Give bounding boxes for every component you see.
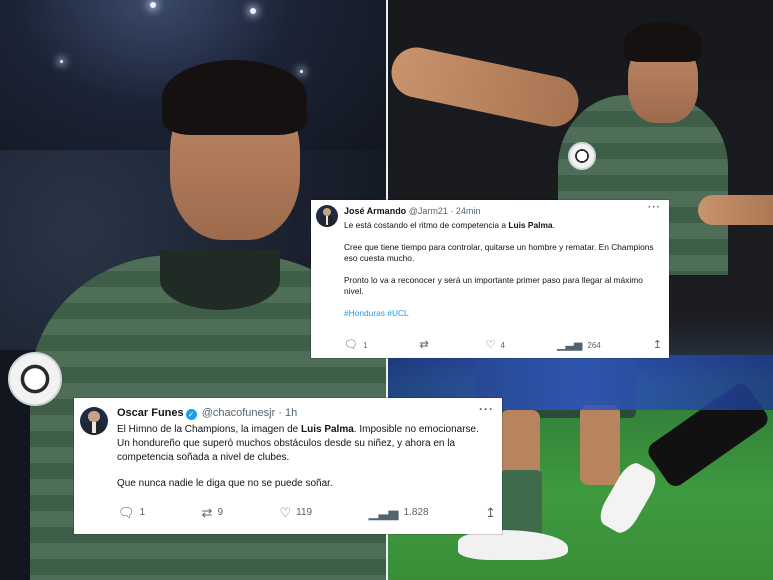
retweet-button[interactable]: ⇄ 9	[202, 506, 223, 519]
share-icon: ↥	[652, 339, 662, 351]
player-arm	[698, 195, 773, 225]
tweet-paragraph: Cree que tiene tiempo para controlar, qu…	[344, 242, 654, 263]
author-handle[interactable]: @Jarm21	[409, 206, 448, 216]
more-icon[interactable]: ···	[648, 202, 661, 213]
retweet-icon: ⇄	[419, 339, 429, 351]
views-count: 264	[587, 341, 601, 350]
player-hair	[624, 22, 702, 62]
reply-count: 1	[139, 507, 146, 518]
tweet-actions: 🗨︎ 1 ⇄ 9 ♡ 119 ▁▃▅ 1.828 ↥	[118, 506, 496, 519]
tweet-time[interactable]: · 24min	[450, 206, 480, 216]
player-leg	[580, 405, 620, 485]
like-count: 119	[296, 507, 313, 518]
jersey-collar	[160, 250, 280, 310]
player-hair	[162, 60, 307, 135]
share-button[interactable]: ↥	[485, 506, 496, 519]
share-button[interactable]: ↥	[653, 340, 662, 351]
retweet-button[interactable]: ⇄	[419, 340, 433, 351]
views-icon: ▁▃▅	[557, 339, 583, 351]
stadium-light	[300, 70, 303, 73]
retweet-icon: ⇄	[201, 505, 213, 520]
tweet-body: Le está costando el ritmo de competencia…	[344, 220, 662, 330]
tweet-header: José Armando @Jarm21 · 24min	[344, 206, 480, 216]
reply-button[interactable]: 🗨︎ 1	[118, 506, 145, 519]
tweet-paragraph: Pronto lo va a reconocer y será un impor…	[344, 275, 643, 296]
stadium-light	[250, 8, 256, 14]
share-icon: ↥	[485, 505, 496, 520]
tweet-header: Oscar Funes ✓ @chacofunesjr · 1h	[117, 407, 297, 420]
reply-icon: 🗨︎	[344, 339, 358, 351]
champions-badge	[568, 142, 596, 170]
views-count: 1.828	[403, 507, 429, 518]
tweet-time[interactable]: · 1h	[278, 407, 297, 419]
player-arm	[388, 42, 584, 132]
tweet-actions: 🗨︎ 1 ⇄ ♡ 4 ▁▃▅ 264 ↥	[344, 340, 662, 351]
views-icon: ▁▃▅	[368, 505, 399, 520]
tweet-body: El Himno de la Champions, la imagen de L…	[117, 423, 489, 503]
reply-count: 1	[362, 341, 368, 350]
tweet-paragraph: El Himno de la Champions, la imagen de L…	[117, 424, 479, 463]
author-name[interactable]: Oscar Funes	[117, 407, 184, 419]
like-count: 4	[500, 341, 505, 350]
like-button[interactable]: ♡ 119	[279, 506, 312, 519]
views-button[interactable]: ▁▃▅ 264	[557, 340, 601, 351]
verified-icon: ✓	[185, 409, 197, 420]
tweet-card[interactable]: José Armando @Jarm21 · 24min ··· Le está…	[311, 200, 669, 358]
reply-icon: 🗨︎	[118, 505, 135, 520]
author-handle[interactable]: @chacofunesjr	[202, 407, 276, 419]
like-button[interactable]: ♡ 4	[486, 340, 505, 351]
author-name[interactable]: José Armando	[344, 206, 406, 216]
avatar[interactable]	[80, 407, 108, 435]
player-boot	[458, 530, 568, 560]
more-icon[interactable]: ···	[479, 402, 494, 416]
views-button[interactable]: ▁▃▅ 1.828	[369, 506, 429, 519]
reply-button[interactable]: 🗨︎ 1	[344, 340, 367, 351]
tweet-paragraph: Le está costando el ritmo de competencia…	[344, 220, 555, 230]
tweet-paragraph: Que nunca nadie le diga que no se puede …	[117, 478, 333, 489]
retweet-count: 9	[217, 507, 224, 518]
stadium-light	[150, 2, 156, 8]
champions-badge	[8, 352, 62, 406]
tweet-card[interactable]: Oscar Funes ✓ @chacofunesjr · 1h ··· El H…	[74, 398, 502, 534]
like-icon: ♡	[485, 339, 496, 351]
like-icon: ♡	[279, 505, 292, 520]
tweet-hashtags[interactable]: #Honduras #UCL	[344, 308, 662, 319]
stadium-light	[60, 60, 63, 63]
avatar[interactable]	[316, 205, 338, 227]
